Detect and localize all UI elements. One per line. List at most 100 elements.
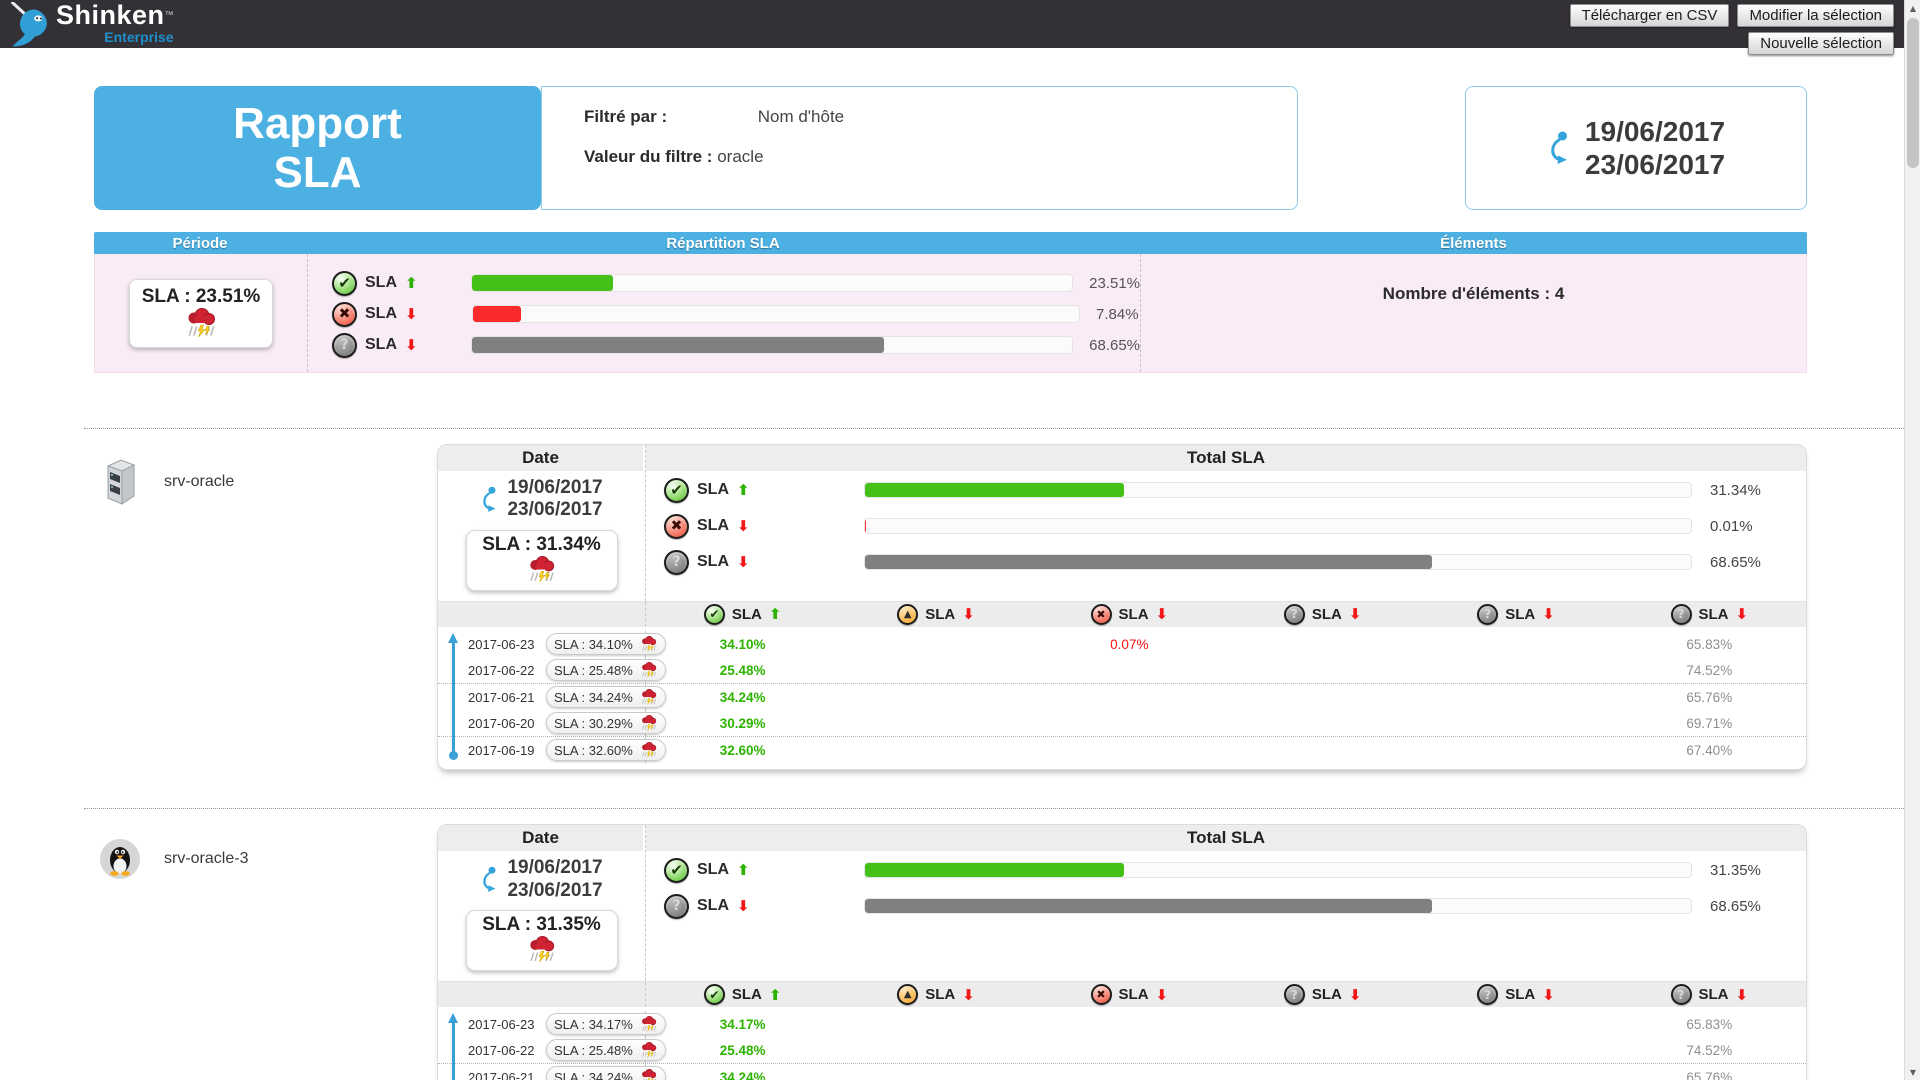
- sla-unknown-bar: [471, 336, 1073, 354]
- total-critical-bar: [864, 518, 1692, 534]
- state-ok-icon: [664, 478, 689, 503]
- total-row-unknown: SLA⬇ 68.65%: [646, 889, 1806, 923]
- topbar: Shinken™ Enterprise Télécharger en CSV M…: [0, 0, 1920, 48]
- state-unknown-icon: [664, 894, 689, 919]
- host-name: srv-oracle-3: [164, 850, 248, 868]
- trend-up-icon: ⬆: [769, 986, 782, 1004]
- trend-down-icon: ⬇: [405, 336, 418, 354]
- host-section-srv-oracle: srv-oracle Date 19/06/2017 23/06/2017: [94, 429, 1807, 770]
- sla-ok-bar: [471, 274, 1073, 292]
- col-unknown-1: SLA⬇: [1226, 602, 1419, 627]
- report-title: Rapport SLA: [94, 86, 541, 210]
- trend-down-icon: ⬇: [962, 986, 975, 1004]
- state-unknown-icon: [332, 333, 357, 358]
- date-column: Date 19/06/2017 23/06/2017 SLA : 31.34%: [438, 445, 646, 601]
- scrollbar-down-arrow[interactable]: ▼: [1905, 1064, 1920, 1080]
- modify-selection-button[interactable]: Modifier la sélection: [1737, 4, 1894, 27]
- trend-down-icon: ⬇: [1349, 605, 1362, 623]
- global-sla-badge: SLA : 23.51%: [129, 279, 274, 348]
- vertical-scrollbar[interactable]: ▲ ▼: [1904, 0, 1920, 1080]
- date-range-arrow-icon: [1547, 131, 1569, 165]
- trend-down-icon: ⬇: [1736, 605, 1749, 623]
- state-unknown-icon: [664, 550, 689, 575]
- report-date-range[interactable]: 19/06/2017 23/06/2017: [1465, 86, 1807, 210]
- trend-down-icon: ⬇: [1156, 986, 1169, 1004]
- state-unknown-icon: [1284, 604, 1305, 625]
- download-csv-button[interactable]: Télécharger en CSV: [1570, 4, 1730, 27]
- trend-down-icon: ⬇: [1736, 986, 1749, 1004]
- state-warning-icon: [897, 604, 918, 625]
- shinken-logo: Shinken™ Enterprise: [8, 0, 174, 48]
- state-unknown-icon: [1671, 984, 1692, 1005]
- trend-down-icon: ⬇: [737, 897, 750, 915]
- sla-unknown-value: 68.65%: [1089, 337, 1140, 354]
- date-range-arrow-icon: [480, 485, 497, 514]
- logo-subtitle: Enterprise: [56, 30, 174, 44]
- col-unknown-3: SLA⬇: [1613, 982, 1806, 1007]
- total-unknown-bar: [864, 554, 1692, 570]
- filter-value: oracle: [717, 147, 763, 166]
- new-selection-button[interactable]: Nouvelle sélection: [1748, 32, 1894, 55]
- storm-weather-icon: [527, 556, 557, 583]
- host-sla-badge: SLA : 31.34%: [466, 530, 618, 591]
- trend-down-icon: ⬇: [405, 305, 418, 323]
- table-row: 2017-06-22 SLA : 25.48% 25.48%74.52%: [438, 657, 1806, 684]
- state-ok-icon: [332, 271, 357, 296]
- col-unknown-2: SLA⬇: [1419, 982, 1612, 1007]
- filter-panel: Filtré par : Nom d'hôte Valeur du filtre…: [541, 86, 1298, 210]
- date-start: 19/06/2017: [1585, 115, 1725, 148]
- report-header: Rapport SLA Filtré par : Nom d'hôte Vale…: [94, 86, 1807, 210]
- col-unknown-3: SLA⬇: [1613, 602, 1806, 627]
- logo-tm: ™: [165, 10, 174, 20]
- table-row: 2017-06-23 SLA : 34.17% 34.17%65.83%: [438, 1011, 1806, 1038]
- periode-cell: SLA : 23.51%: [95, 254, 307, 372]
- timeline-arrow: [452, 1017, 455, 1080]
- table-row: 2017-06-21 SLA : 34.24% 34.24%65.76%: [438, 1064, 1806, 1080]
- col-warning: SLA⬇: [839, 982, 1032, 1007]
- state-unknown-icon: [1477, 984, 1498, 1005]
- table-row: 2017-06-22 SLA : 25.48% 25.48%74.52%: [438, 1038, 1806, 1065]
- total-ok-bar: [864, 482, 1692, 498]
- trend-down-icon: ⬇: [1542, 605, 1555, 623]
- col-critical: SLA⬇: [1033, 602, 1226, 627]
- date-range-arrow-icon: [480, 865, 497, 894]
- summary-row-ok: SLA⬆ 23.51%: [332, 269, 1140, 297]
- trend-up-icon: ⬆: [405, 274, 418, 292]
- trend-up-icon: ⬆: [737, 861, 750, 879]
- elements-cell: Nombre d'éléments : 4: [1141, 254, 1806, 372]
- table-row: 2017-06-20 SLA : 30.29% 30.29%69.71%: [438, 710, 1806, 737]
- filtered-by-label: Filtré par :: [584, 107, 712, 127]
- report-title-line2: SLA: [274, 148, 362, 197]
- scrollbar-thumb[interactable]: [1907, 18, 1919, 168]
- timeline-arrow: [452, 637, 455, 756]
- col-critical: SLA⬇: [1033, 982, 1226, 1007]
- table-row: 2017-06-21 SLA : 34.24% 34.24%65.76%: [438, 684, 1806, 711]
- storm-weather-icon: [185, 308, 218, 338]
- total-sla-column: Total SLA SLA⬆ 31.34% SLA⬇ 0.01%: [646, 445, 1806, 601]
- trend-up-icon: ⬆: [737, 481, 750, 499]
- summary-band: Période Répartition SLA Éléments SLA : 2…: [94, 232, 1807, 373]
- state-ok-icon: [704, 604, 725, 625]
- table-row: 2017-06-19 SLA : 32.60% 32.60%67.40%: [438, 737, 1806, 764]
- trend-down-icon: ⬇: [1156, 605, 1169, 623]
- host-panel: Date 19/06/2017 23/06/2017 SLA : 31.34%: [437, 444, 1807, 770]
- total-row-unknown: SLA⬇ 68.65%: [646, 545, 1806, 579]
- shinken-ninja-icon: [8, 2, 54, 48]
- total-ok-bar: [864, 862, 1692, 878]
- trend-down-icon: ⬇: [737, 553, 750, 571]
- col-ok: SLA⬆: [646, 982, 839, 1007]
- linux-icon: [100, 839, 140, 879]
- host-date-range: 19/06/2017 23/06/2017: [438, 857, 645, 902]
- summary-row-critical: SLA⬇ 7.84%: [332, 300, 1140, 328]
- logo-title: Shinken: [56, 0, 165, 30]
- state-critical-icon: [1091, 604, 1112, 625]
- trend-down-icon: ⬇: [737, 517, 750, 535]
- total-unknown-bar: [864, 898, 1692, 914]
- scrollbar-up-arrow[interactable]: ▲: [1905, 0, 1920, 16]
- total-row-critical: SLA⬇ 0.01%: [646, 509, 1806, 543]
- host-name: srv-oracle: [164, 473, 234, 491]
- elements-count: Nombre d'éléments : 4: [1383, 284, 1565, 303]
- state-unknown-icon: [1284, 984, 1305, 1005]
- host-date-range: 19/06/2017 23/06/2017: [438, 477, 645, 522]
- total-sla-header: Total SLA: [646, 825, 1806, 851]
